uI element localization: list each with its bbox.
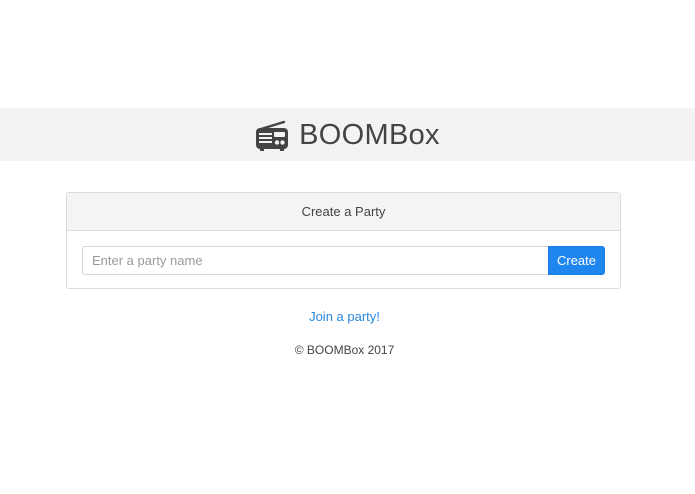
join-party-link[interactable]: Join a party! <box>0 309 689 324</box>
party-name-input-group: Create <box>82 246 605 275</box>
brand-name: BOOMBox <box>299 119 440 151</box>
create-party-card: Create a Party Create <box>66 192 621 289</box>
create-button[interactable]: Create <box>548 246 605 275</box>
create-party-body: Create <box>67 231 620 275</box>
copyright-footer: © BOOMBox 2017 <box>294 343 395 357</box>
brand-header: BOOMBox <box>0 108 695 161</box>
party-name-input[interactable] <box>82 246 548 275</box>
brand-logo: BOOMBox <box>255 119 440 152</box>
radio-icon <box>256 120 289 151</box>
page: BOOMBox Create a Party Create Join a par… <box>0 0 695 494</box>
create-party-header: Create a Party <box>67 193 620 231</box>
